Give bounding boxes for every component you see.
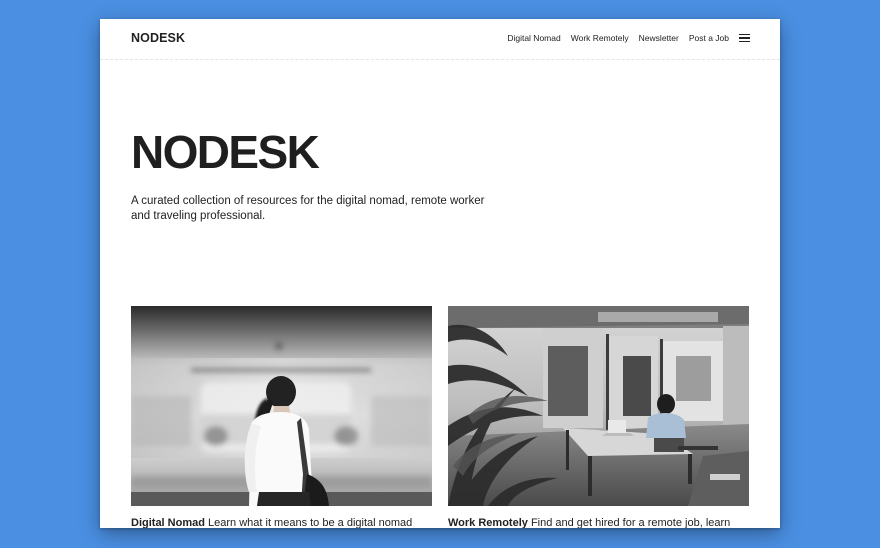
browser-window: NODESK Digital Nomad Work Remotely Newsl… [100, 19, 780, 528]
card-title-digital-nomad[interactable]: Digital Nomad [131, 517, 205, 528]
nav-digital-nomad[interactable]: Digital Nomad [507, 33, 560, 43]
nav-newsletter[interactable]: Newsletter [639, 33, 679, 43]
hamburger-menu-icon[interactable] [739, 34, 750, 43]
main-nav: Digital Nomad Work Remotely Newsletter P… [507, 33, 750, 43]
card-caption-digital-nomad: Digital Nomad Learn what it means to be … [131, 516, 436, 528]
hero-title: NODESK [131, 126, 320, 178]
coworking-space-photo[interactable] [448, 306, 749, 506]
card-title-work-remotely[interactable]: Work Remotely [448, 517, 528, 528]
card-text-digital-nomad: Learn what it means to be a digital noma… [208, 517, 413, 528]
hero-subtitle: A curated collection of resources for th… [131, 195, 485, 222]
site-header: NODESK Digital Nomad Work Remotely Newsl… [100, 19, 780, 60]
card-work-remotely[interactable]: Work Remotely Find and get hired for a r… [448, 306, 749, 528]
nav-post-a-job[interactable]: Post a Job [689, 33, 729, 43]
card-caption-work-remotely: Work Remotely Find and get hired for a r… [448, 516, 753, 528]
nav-work-remotely[interactable]: Work Remotely [571, 33, 629, 43]
site-logo[interactable]: NODESK [131, 31, 185, 45]
card-digital-nomad[interactable]: Digital Nomad Learn what it means to be … [131, 306, 432, 528]
card-text-work-remotely: Find and get hired for a remote job, lea… [530, 517, 731, 528]
woman-at-subway-train-photo[interactable] [131, 306, 432, 506]
